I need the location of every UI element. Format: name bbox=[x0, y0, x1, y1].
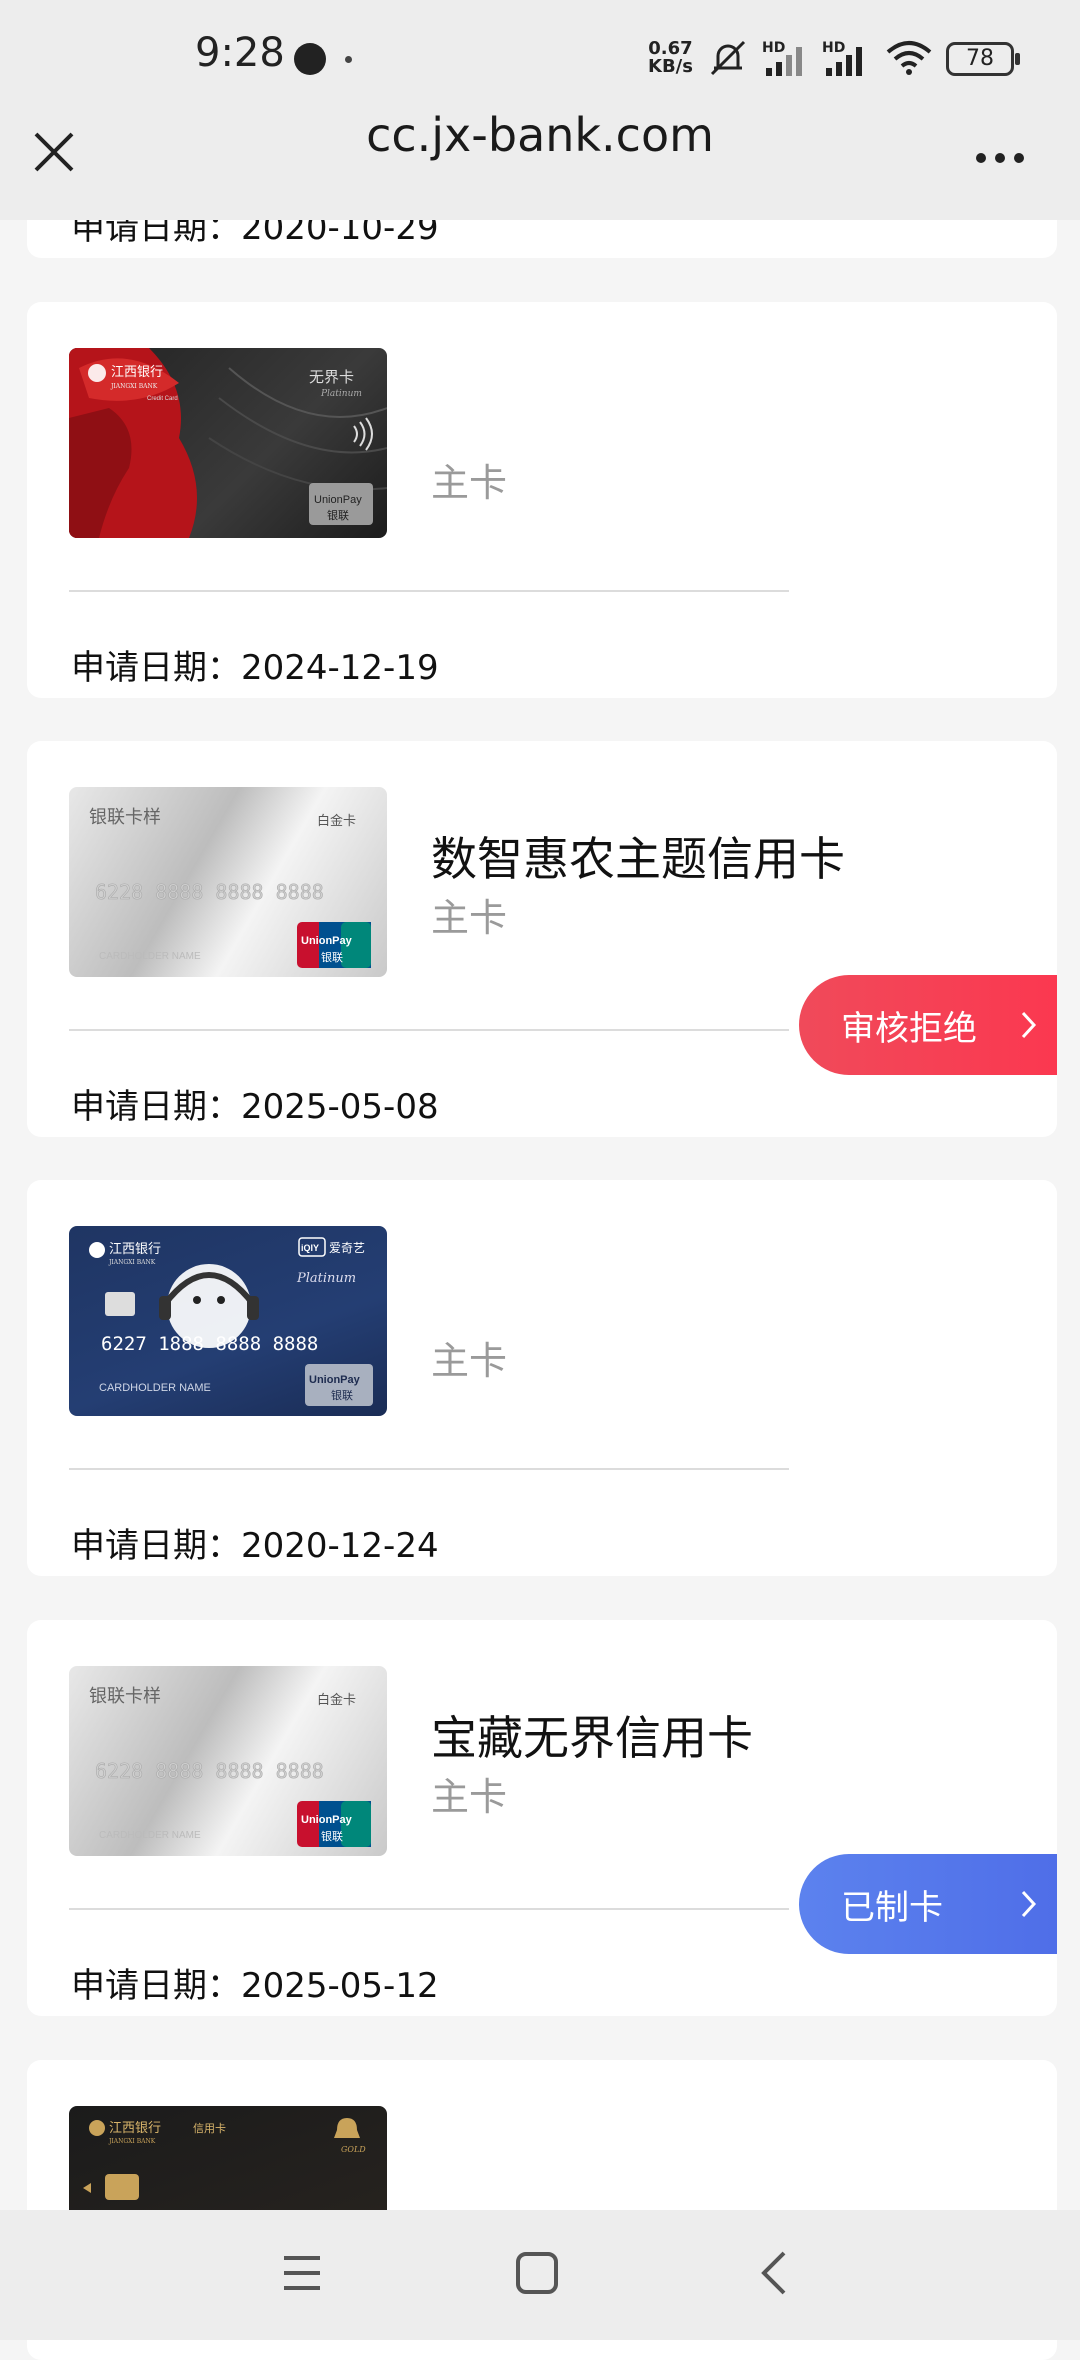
unionpay-cn-text: 银联 bbox=[331, 1388, 353, 1402]
card-number-text: 6228 8888 8888 8888 bbox=[95, 880, 324, 904]
card-art: 银联卡样 白金卡 6228 8888 8888 8888 CARDHOLDER … bbox=[89, 807, 371, 968]
partner-text: 爱奇艺 bbox=[329, 1241, 365, 1255]
card-art: UnionPay 银联 江西银行 JIANGXI BANK Credit Car… bbox=[69, 348, 387, 538]
application-date-row: 申请日期：2025-05-08 bbox=[71, 1087, 439, 1127]
card-name: 数智惠农主题信用卡 bbox=[431, 832, 845, 886]
more-dot-icon bbox=[995, 153, 1005, 163]
application-list[interactable]: 申请日期：2020-10-29 UnionPay 银联 江西银行 JIANGXI… bbox=[0, 0, 1080, 2360]
wifi-icon bbox=[886, 41, 932, 75]
brand-text: 银联卡样 bbox=[89, 1686, 161, 1707]
app-notification-icon bbox=[294, 43, 326, 75]
tier-text: 白金卡 bbox=[317, 1692, 356, 1708]
card-art: 银联卡样 白金卡 6228 8888 8888 8888 CARDHOLDER … bbox=[89, 1686, 371, 1847]
unionpay-cn-text: 银联 bbox=[327, 508, 349, 522]
battery-indicator: 78 bbox=[946, 42, 1020, 76]
divider bbox=[69, 1468, 789, 1470]
unionpay-text: UnionPay bbox=[309, 1374, 361, 1386]
status-time: 9:28 bbox=[195, 30, 285, 76]
network-speed: 0.67 KB/s bbox=[648, 38, 693, 77]
bell-icon bbox=[334, 2118, 360, 2138]
status-card-made-button[interactable]: 已制卡 bbox=[799, 1854, 1057, 1954]
divider bbox=[69, 1908, 789, 1910]
card-name: 宝藏无界信用卡 bbox=[431, 1711, 753, 1765]
page-url: cc.jx-bank.com bbox=[366, 108, 714, 162]
card-type: 主卡 bbox=[431, 1339, 508, 1383]
card-sub-text: Credit Card bbox=[147, 396, 178, 402]
application-card[interactable]: 江西银行 JIANGXI BANK iQIY 爱奇艺 Platinum 6227… bbox=[27, 1180, 1057, 1576]
tier-en-text: Platinum bbox=[320, 389, 362, 399]
application-card[interactable]: 银联卡样 白金卡 6228 8888 8888 8888 CARDHOLDER … bbox=[27, 1620, 1057, 2016]
card-image-wujie: UnionPay 银联 江西银行 JIANGXI BANK Credit Car… bbox=[69, 348, 387, 538]
divider bbox=[69, 590, 789, 592]
menu-icon[interactable] bbox=[280, 2248, 324, 2298]
application-date-row: 申请日期：2024-12-19 bbox=[71, 648, 439, 688]
tier-text: 白金卡 bbox=[317, 813, 356, 829]
brand-en-text: JIANGXI BANK bbox=[108, 1259, 156, 1266]
home-icon[interactable] bbox=[514, 2248, 560, 2298]
partner-logo-text: iQIY bbox=[301, 1243, 319, 1253]
tier-text: 无界卡 bbox=[309, 368, 354, 386]
brand-text: 江西银行 bbox=[109, 1242, 161, 1257]
chevron-right-icon bbox=[1021, 1011, 1037, 1039]
more-menu-button[interactable] bbox=[976, 148, 1034, 164]
brand-text: 江西银行 bbox=[111, 365, 163, 380]
card-type: 主卡 bbox=[431, 896, 508, 940]
unionpay-text: UnionPay bbox=[314, 494, 362, 506]
card-image-silver: 银联卡样 白金卡 6228 8888 8888 8888 CARDHOLDER … bbox=[69, 1666, 387, 1856]
status-rejected-button[interactable]: 审核拒绝 bbox=[799, 975, 1057, 1075]
card-type: 主卡 bbox=[431, 1775, 508, 1819]
application-date-row: 申请日期：2025-05-12 bbox=[71, 1966, 439, 2006]
card-number-text: 6228 8888 8888 8888 bbox=[95, 1759, 324, 1783]
tier-en-text: Platinum bbox=[296, 1271, 356, 1286]
system-nav-bar bbox=[0, 2210, 1080, 2340]
application-card[interactable]: UnionPay 银联 江西银行 JIANGXI BANK Credit Car… bbox=[27, 302, 1057, 698]
more-dot-icon bbox=[976, 153, 986, 163]
back-icon[interactable] bbox=[756, 2248, 792, 2298]
brand-text: 江西银行 bbox=[109, 2121, 161, 2136]
more-dot-icon bbox=[1014, 153, 1024, 163]
tier-en-text: GOLD bbox=[341, 2145, 366, 2154]
holder-text: CARDHOLDER NAME bbox=[99, 1382, 211, 1394]
card-image-iqiyi: 江西银行 JIANGXI BANK iQIY 爱奇艺 Platinum 6227… bbox=[69, 1226, 387, 1416]
more-notifications-dot-icon bbox=[345, 56, 352, 63]
chevron-right-icon bbox=[1021, 1890, 1037, 1918]
unionpay-text: UnionPay bbox=[301, 1814, 353, 1826]
mute-icon bbox=[710, 40, 746, 76]
holder-text: CARDHOLDER NAME bbox=[99, 1830, 201, 1841]
unionpay-cn-text: 银联 bbox=[321, 950, 343, 964]
card-number-text: 6227 1888 8888 8888 bbox=[101, 1333, 318, 1355]
brand-en-text: JIANGXI BANK bbox=[108, 2138, 156, 2145]
unionpay-cn-text: 银联 bbox=[321, 1829, 343, 1843]
card-art: 江西银行 JIANGXI BANK iQIY 爱奇艺 Platinum 6227… bbox=[89, 1237, 373, 1406]
signal-icon bbox=[826, 47, 862, 76]
card-sub-text: 信用卡 bbox=[193, 2122, 226, 2135]
application-date-row: 申请日期：2020-12-24 bbox=[71, 1526, 439, 1566]
brand-text: 银联卡样 bbox=[89, 807, 161, 828]
brand-en-text: JIANGXI BANK bbox=[110, 383, 158, 390]
signal-icon bbox=[766, 47, 802, 76]
browser-header: 9:28 0.67 KB/s HD HD 78 cc.jx-bank.com bbox=[0, 0, 1080, 220]
holder-text: CARDHOLDER NAME bbox=[99, 951, 201, 962]
contactless-icon bbox=[353, 417, 373, 451]
card-type: 主卡 bbox=[431, 461, 508, 505]
card-image-silver: 银联卡样 白金卡 6228 8888 8888 8888 CARDHOLDER … bbox=[69, 787, 387, 977]
application-card[interactable]: 银联卡样 白金卡 6228 8888 8888 8888 CARDHOLDER … bbox=[27, 741, 1057, 1137]
unionpay-text: UnionPay bbox=[301, 935, 353, 947]
divider bbox=[69, 1029, 789, 1031]
